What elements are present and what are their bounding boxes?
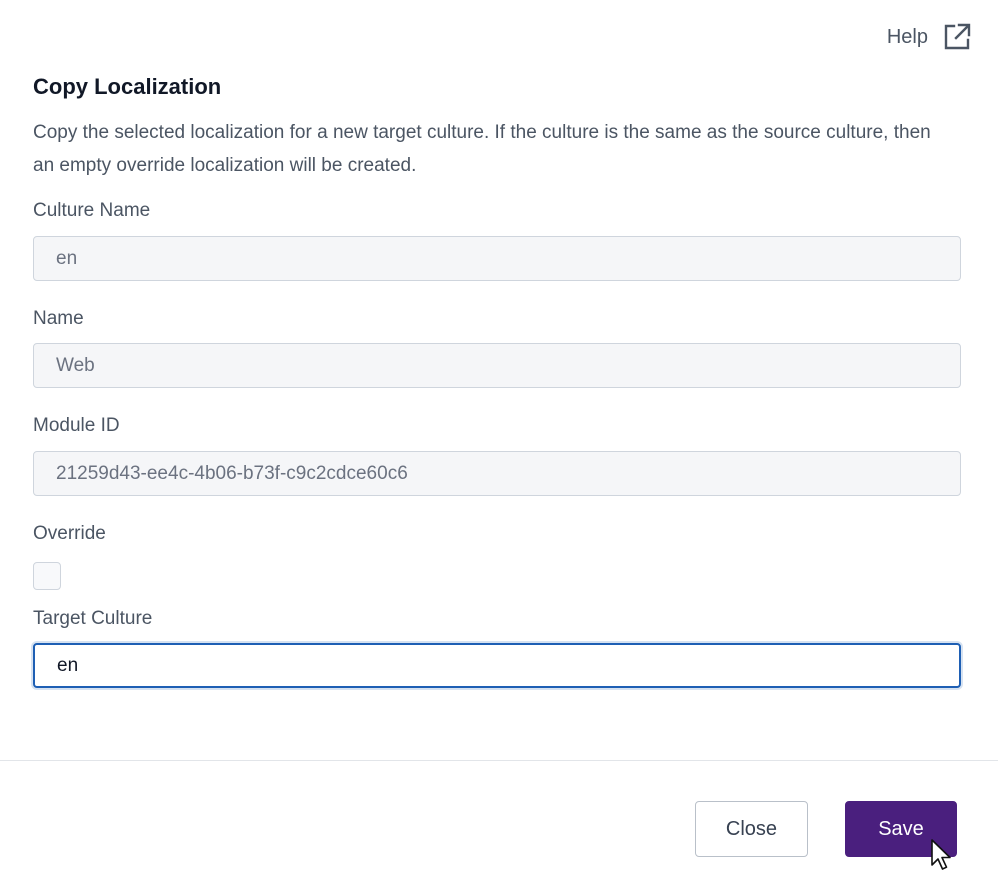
dialog-title: Copy Localization — [33, 74, 222, 99]
target-culture-label: Target Culture — [33, 608, 153, 629]
help-label: Help — [886, 25, 928, 48]
dialog-description: Copy the selected localization for a new… — [33, 122, 931, 176]
copy-localization-dialog: Help Copy Localization Copy the selected… — [0, 0, 998, 893]
external-link-icon — [942, 22, 972, 52]
footer-divider — [0, 760, 998, 761]
save-button[interactable]: Save — [845, 801, 957, 857]
culture-name-input[interactable] — [33, 236, 961, 281]
module-id-label: Module ID — [33, 415, 120, 436]
module-id-input[interactable] — [33, 451, 961, 496]
target-culture-input[interactable] — [33, 643, 961, 688]
culture-name-label: Culture Name — [33, 200, 151, 221]
close-button[interactable]: Close — [695, 801, 808, 857]
override-label: Override — [33, 523, 106, 544]
name-label: Name — [33, 308, 84, 329]
override-checkbox[interactable] — [33, 562, 61, 590]
help-link[interactable]: Help — [887, 22, 972, 52]
name-input[interactable] — [33, 343, 961, 388]
